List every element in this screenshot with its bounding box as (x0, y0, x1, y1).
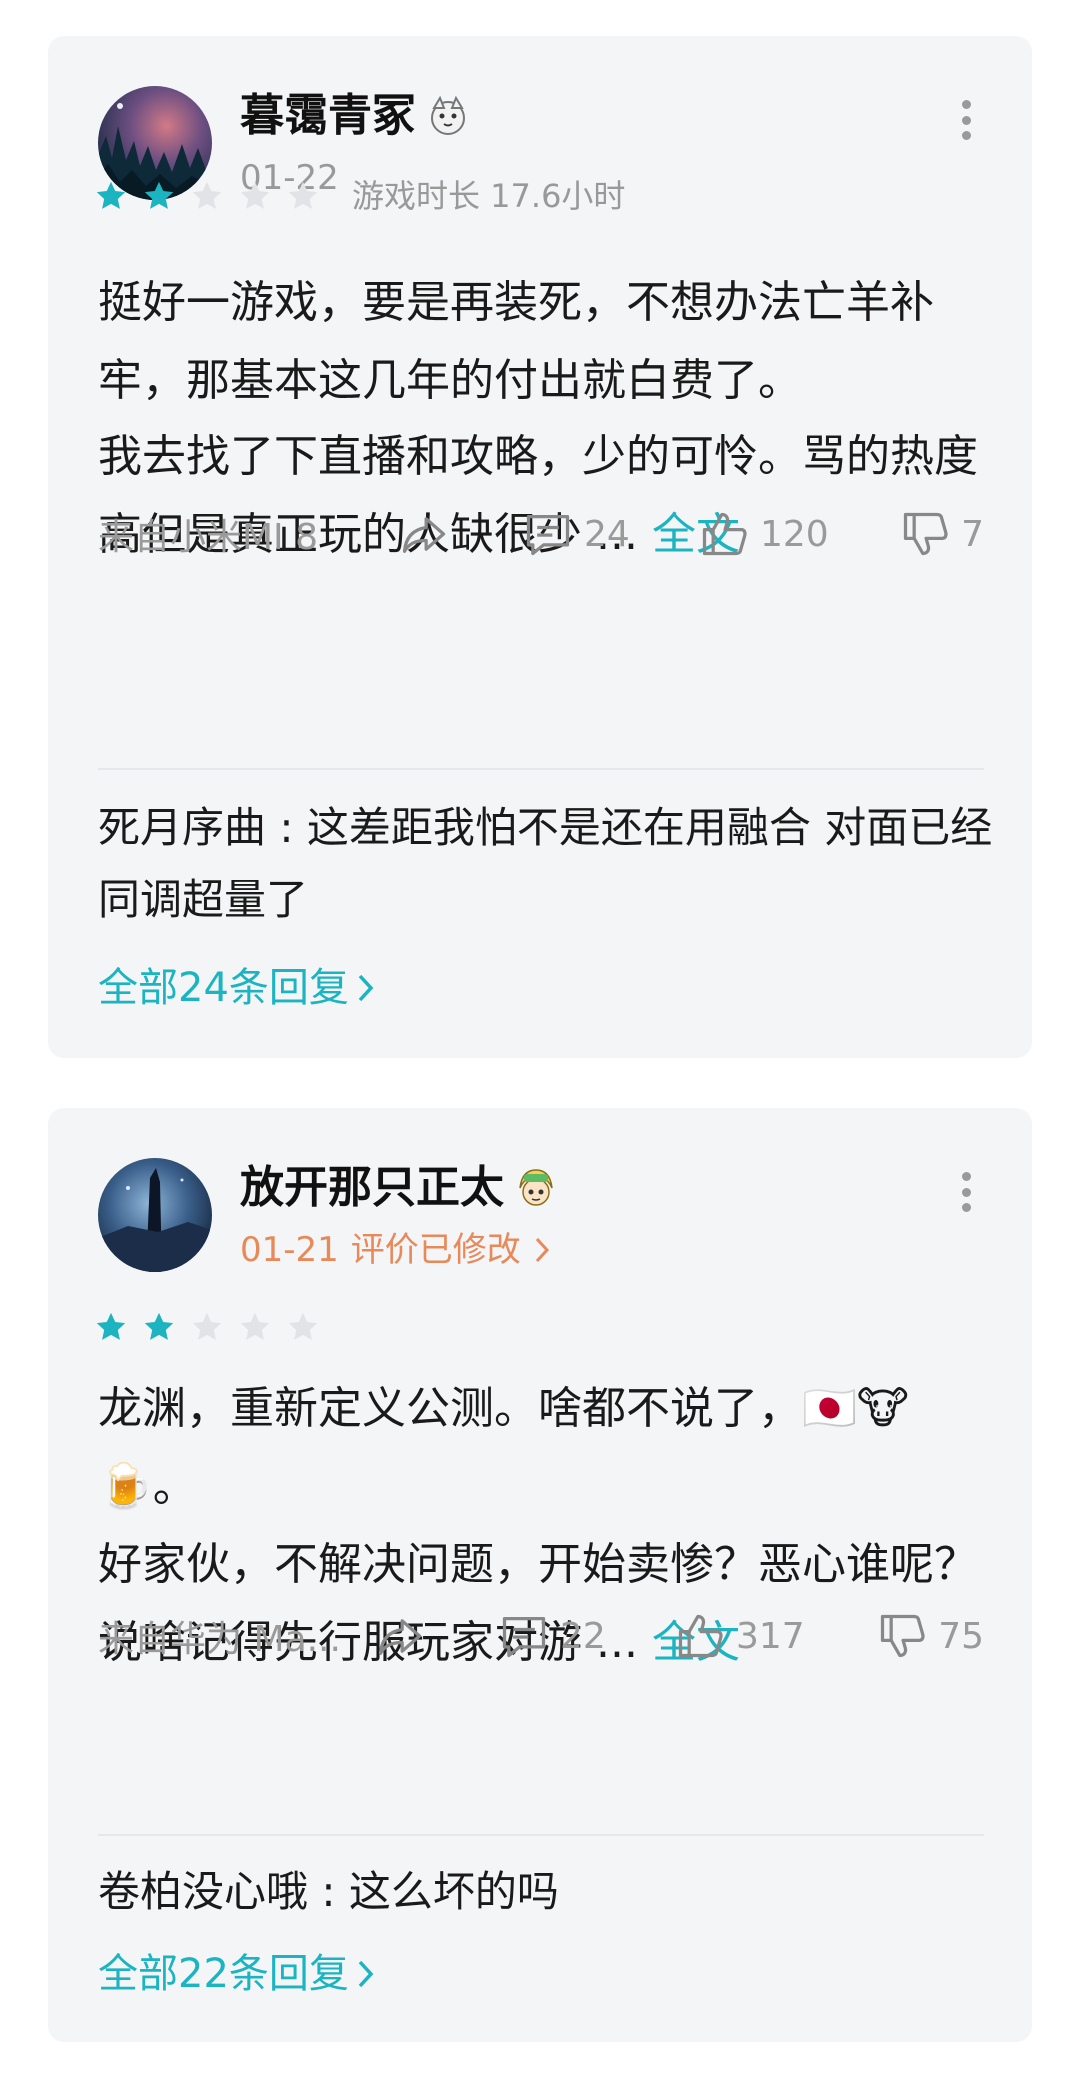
thumbs-up-icon (678, 1614, 723, 1658)
all-replies-link[interactable]: 全部22条回复 (98, 1946, 377, 2002)
review-paragraph-1: 龙渊，重新定义公测。啥都不说了，🇯🇵🐮🍺。 (98, 1383, 909, 1512)
user-badge-icon (519, 1169, 553, 1206)
comment-icon (526, 515, 570, 556)
playtime: 游戏时长 17.6小时 (352, 177, 626, 215)
comment-button[interactable]: 22 (498, 1610, 674, 1662)
edited-label: 评价已修改 (350, 1230, 521, 1270)
reply-preview[interactable]: 死月序曲 : 这差距我怕不是还在用融合 对面已经同调超量了 (98, 792, 998, 936)
star-icon (144, 1312, 174, 1340)
share-icon (378, 1619, 422, 1655)
reply-username: 死月序曲 (98, 803, 267, 852)
star-icon (288, 1312, 318, 1340)
review-date[interactable]: 01-21 评价已修改 (240, 1228, 551, 1272)
device-label: 来自华为 Ma... (98, 1619, 341, 1660)
thumbs-up-icon (702, 512, 747, 556)
star-icon (96, 181, 126, 209)
like-button[interactable]: 120 (698, 508, 898, 560)
comment-button[interactable]: 24 (522, 508, 698, 560)
user-avatar[interactable] (98, 1158, 212, 1272)
more-vertical-icon[interactable] (956, 1172, 976, 1212)
comment-icon (502, 1617, 546, 1658)
thumbs-down-icon (903, 512, 948, 556)
all-replies-link[interactable]: 全部24条回复 (98, 960, 377, 1016)
share-button[interactable] (374, 1610, 498, 1662)
star-icon (144, 181, 174, 209)
share-button[interactable] (398, 508, 522, 560)
review-actions: 来自华为 Ma... 22 317 75 (98, 1606, 984, 1666)
star-icon (96, 1312, 126, 1340)
reply-preview[interactable]: 卷柏没心哦 : 这么坏的吗 (98, 1856, 998, 1928)
chevron-right-icon (358, 1960, 374, 1988)
chevron-right-icon (358, 974, 374, 1002)
username[interactable]: 暮霭青冢 (240, 86, 470, 146)
dislike-button[interactable]: 75 (876, 1610, 984, 1662)
user-badge-icon (431, 95, 465, 135)
star-icon (192, 181, 222, 209)
divider (98, 768, 984, 770)
more-vertical-icon[interactable] (956, 100, 976, 140)
share-icon (402, 517, 446, 553)
review-actions: 来自小米MI 8 24 120 7 (98, 504, 984, 564)
reply-username: 卷柏没心哦 (98, 1867, 309, 1916)
rating-stars: 游戏时长 17.6小时 (94, 176, 625, 216)
reply-text: 这么坏的吗 (348, 1867, 559, 1916)
rating-stars (94, 1310, 320, 1344)
chevron-right-icon (535, 1237, 549, 1263)
like-button[interactable]: 317 (674, 1610, 874, 1662)
review-paragraph-1: 挺好一游戏，要是再装死，不想办法亡羊补牢，那基本这几年的付出就白费了。 (98, 277, 934, 406)
review-card-2: 放开那只正太 01-21 评价已修改 龙渊，重新定义公测。啥都不说了，🇯🇵🐮🍺。… (48, 1108, 1032, 2042)
dislike-button[interactable]: 7 (899, 508, 984, 560)
star-icon (240, 1312, 270, 1340)
review-card-1: 暮霭青冢 01-22 游戏时长 17.6小时 挺好一游戏，要是再装死，不想办法亡… (48, 36, 1032, 1058)
star-icon (192, 1312, 222, 1340)
divider (98, 1834, 984, 1836)
device-label: 来自小米MI 8 (98, 517, 319, 558)
thumbs-down-icon (881, 1614, 925, 1658)
star-icon (288, 181, 318, 209)
star-icon (240, 181, 270, 209)
username[interactable]: 放开那只正太 (240, 1158, 558, 1218)
